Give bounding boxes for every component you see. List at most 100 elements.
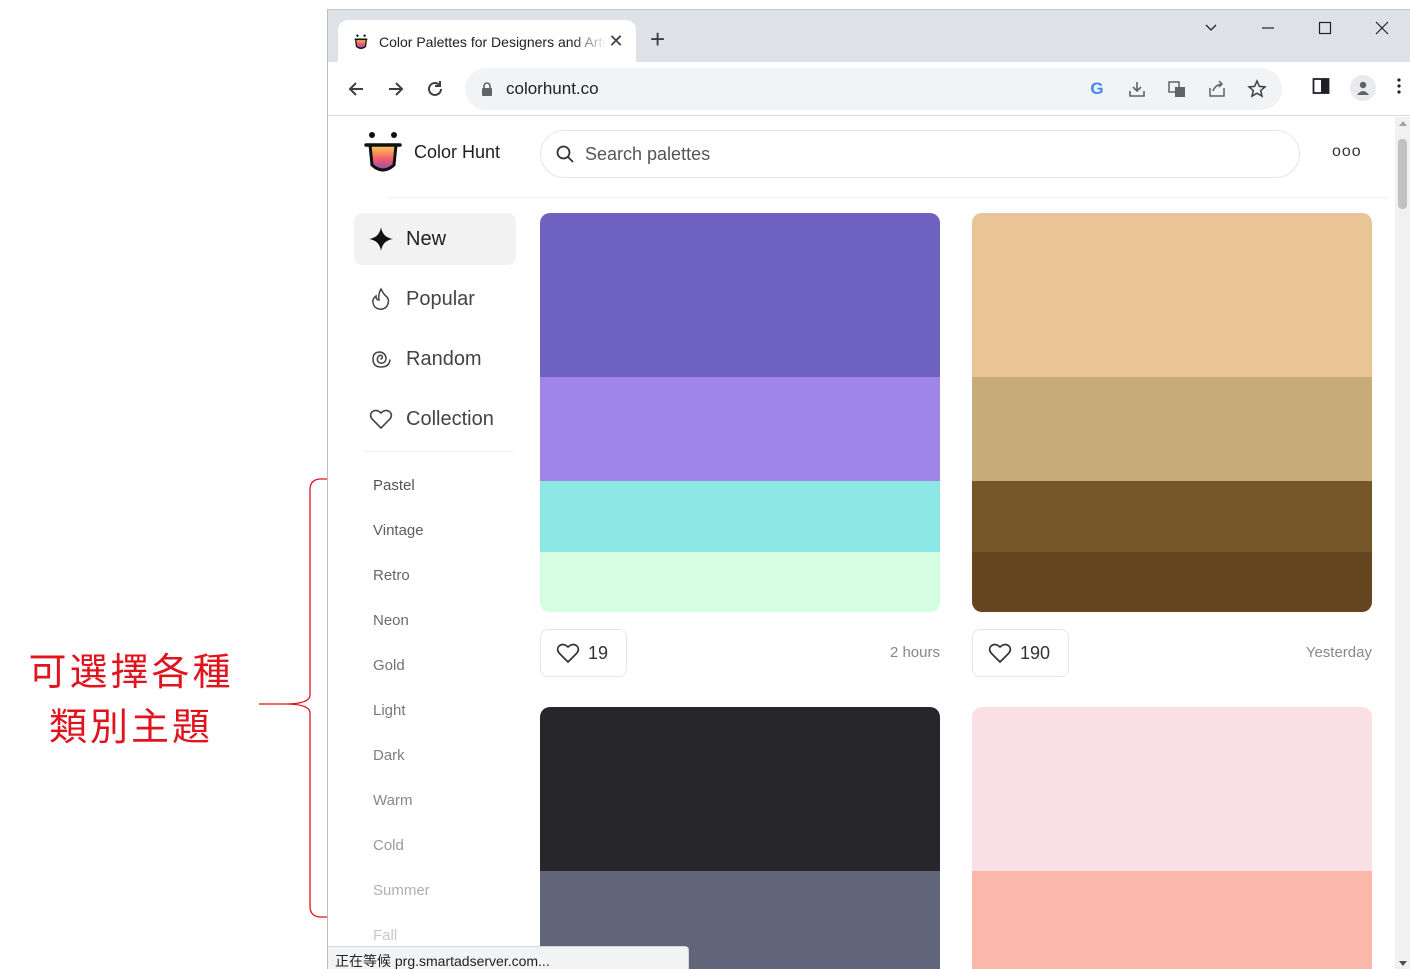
chevron-down-icon bbox=[1205, 24, 1216, 31]
sidebar-item-label: Popular bbox=[406, 287, 475, 310]
person-icon bbox=[1357, 81, 1369, 95]
forward-button[interactable] bbox=[382, 75, 410, 103]
profile-avatar[interactable] bbox=[1350, 75, 1376, 101]
color-swatch[interactable] bbox=[540, 552, 940, 612]
tab-close-icon[interactable]: ✕ bbox=[606, 31, 626, 52]
tag-warm[interactable]: Warm bbox=[373, 778, 523, 823]
scroll-down-arrow-icon[interactable] bbox=[1399, 961, 1407, 966]
tag-light[interactable]: Light bbox=[373, 688, 523, 733]
page-scrollbar[interactable] bbox=[1395, 117, 1410, 969]
tab-strip: Color Palettes for Designers and Artists… bbox=[328, 10, 1410, 63]
tag-gold[interactable]: Gold bbox=[373, 643, 523, 688]
tag-dark[interactable]: Dark bbox=[373, 733, 523, 778]
sidebar-item-label: Collection bbox=[406, 407, 494, 430]
palette-card[interactable] bbox=[972, 707, 1372, 969]
tag-vintage[interactable]: Vintage bbox=[373, 508, 523, 553]
search-box[interactable] bbox=[540, 130, 1300, 178]
reload-button[interactable] bbox=[421, 75, 449, 103]
color-swatch[interactable] bbox=[540, 213, 940, 377]
like-count: 190 bbox=[1020, 642, 1051, 663]
sidebar-item-collection[interactable]: Collection bbox=[354, 393, 516, 445]
status-bubble: 正在等候 prg.smartadserver.com... bbox=[328, 946, 689, 969]
tag-retro[interactable]: Retro bbox=[373, 553, 523, 598]
sidebar-item-label: New bbox=[406, 227, 447, 250]
more-menu-button[interactable]: ooo bbox=[1332, 143, 1362, 161]
arrow-left-icon bbox=[348, 82, 363, 96]
browser-tab[interactable]: Color Palettes for Designers and Artists… bbox=[338, 20, 636, 63]
scroll-up-arrow-icon[interactable] bbox=[1399, 121, 1407, 126]
search-input[interactable] bbox=[585, 143, 1185, 165]
heart-icon bbox=[556, 643, 580, 664]
tag-cold[interactable]: Cold bbox=[373, 823, 523, 868]
palette-swatches[interactable] bbox=[972, 707, 1372, 969]
color-swatch[interactable] bbox=[540, 707, 940, 871]
minimize-icon bbox=[1261, 27, 1274, 29]
url-text: colorhunt.co bbox=[506, 79, 599, 98]
like-button[interactable]: 190 bbox=[972, 629, 1070, 677]
browser-toolbar: colorhunt.co G bbox=[328, 62, 1410, 116]
lock-icon bbox=[482, 82, 492, 96]
annotation-line-1: 可選擇各種 bbox=[28, 650, 234, 694]
toolbar-right bbox=[1312, 75, 1402, 101]
tab-search-button[interactable] bbox=[1182, 10, 1239, 46]
color-hunt-logo-icon bbox=[364, 132, 402, 172]
translate-icon[interactable] bbox=[1166, 78, 1188, 100]
sparkle-icon bbox=[368, 226, 394, 252]
address-bar[interactable]: colorhunt.co G bbox=[465, 68, 1282, 110]
palette-swatches[interactable] bbox=[540, 707, 940, 969]
tab-title: Color Palettes for Designers and Artists… bbox=[379, 33, 606, 50]
tag-summer[interactable]: Summer bbox=[373, 868, 523, 913]
omnibox-actions: G bbox=[1086, 68, 1268, 110]
color-swatch[interactable] bbox=[972, 377, 1372, 481]
google-lens-icon[interactable]: G bbox=[1086, 78, 1108, 100]
back-button[interactable] bbox=[342, 75, 370, 103]
search-icon bbox=[556, 145, 574, 163]
menu-kebab-icon[interactable] bbox=[1396, 77, 1402, 100]
like-count: 19 bbox=[588, 642, 609, 663]
page-content: Color Hunt ooo New Popular bbox=[328, 117, 1396, 969]
annotation-line-2: 類別主題 bbox=[48, 705, 213, 749]
sidebar-item-random[interactable]: Random bbox=[354, 333, 516, 385]
sidebar-item-label: Random bbox=[406, 347, 482, 370]
tag-neon[interactable]: Neon bbox=[373, 598, 523, 643]
sidebar-divider bbox=[364, 451, 514, 452]
side-panel-icon[interactable] bbox=[1312, 77, 1330, 100]
share-icon[interactable] bbox=[1206, 78, 1228, 100]
install-app-icon[interactable] bbox=[1126, 78, 1148, 100]
sidebar-item-new[interactable]: New bbox=[354, 213, 516, 265]
sidebar-item-popular[interactable]: Popular bbox=[354, 273, 516, 325]
palette-footer: 19 2 hours bbox=[540, 629, 940, 677]
palette-card[interactable]: 190 Yesterday bbox=[972, 213, 1372, 677]
scroll-thumb[interactable] bbox=[1398, 139, 1407, 209]
palette-card[interactable]: 19 2 hours bbox=[540, 213, 940, 677]
site-logo[interactable]: Color Hunt bbox=[362, 129, 500, 175]
maximize-icon bbox=[1318, 21, 1331, 35]
color-swatch[interactable] bbox=[972, 707, 1372, 871]
close-icon bbox=[1375, 21, 1388, 35]
color-swatch[interactable] bbox=[540, 481, 940, 552]
minimize-button[interactable] bbox=[1239, 10, 1296, 46]
color-swatch[interactable] bbox=[972, 481, 1372, 552]
color-hunt-favicon-icon bbox=[354, 34, 368, 49]
palette-swatches[interactable] bbox=[972, 213, 1372, 612]
bookmark-star-icon[interactable] bbox=[1246, 78, 1268, 100]
like-button[interactable]: 19 bbox=[540, 629, 628, 677]
color-swatch[interactable] bbox=[972, 213, 1372, 377]
tag-pastel[interactable]: Pastel bbox=[373, 463, 523, 508]
new-tab-button[interactable]: + bbox=[650, 24, 665, 54]
color-swatch[interactable] bbox=[972, 871, 1372, 969]
close-window-button[interactable] bbox=[1353, 10, 1410, 46]
sidebar-nav: New Popular Random Collection bbox=[354, 213, 516, 453]
palette-time: Yesterday bbox=[1305, 644, 1372, 661]
palette-time: 2 hours bbox=[889, 644, 940, 661]
annotation-note: 可選擇各種 類別主題 bbox=[0, 645, 262, 755]
header-divider bbox=[388, 197, 1388, 198]
palette-swatches[interactable] bbox=[540, 213, 940, 612]
color-swatch[interactable] bbox=[972, 552, 1372, 612]
color-swatch[interactable] bbox=[540, 377, 940, 481]
window-controls bbox=[1182, 10, 1410, 46]
spiral-icon bbox=[368, 346, 394, 372]
palette-footer: 190 Yesterday bbox=[972, 629, 1372, 677]
palette-card[interactable] bbox=[540, 707, 940, 969]
maximize-button[interactable] bbox=[1296, 10, 1353, 46]
